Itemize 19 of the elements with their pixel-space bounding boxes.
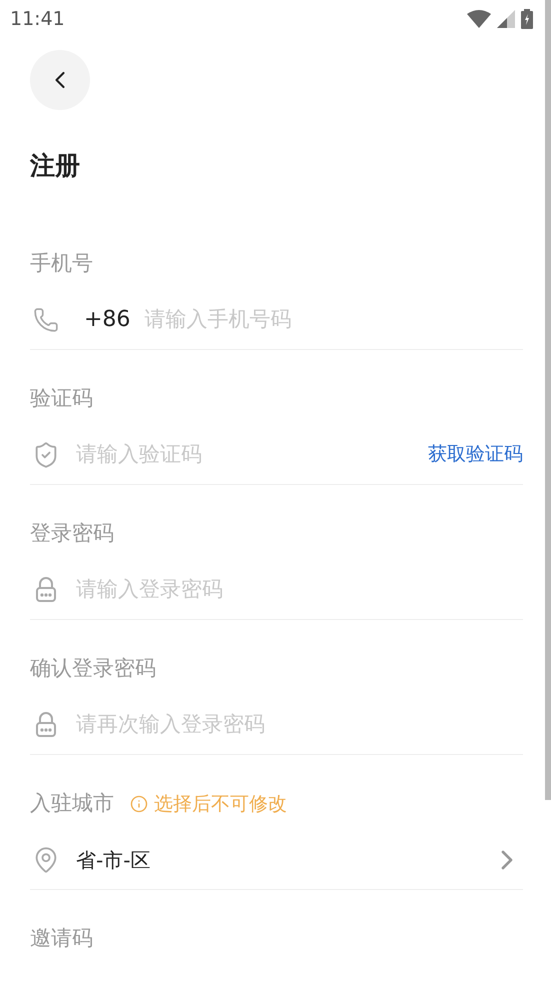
- get-code-link[interactable]: 获取验证码: [428, 440, 523, 469]
- country-code: +86: [84, 306, 130, 334]
- wifi-icon: [467, 10, 491, 28]
- lock-icon: [35, 576, 57, 602]
- info-icon: [130, 795, 148, 813]
- field-label: 登录密码: [30, 520, 114, 548]
- phone-icon: [33, 306, 59, 332]
- lock-icon: [35, 712, 57, 738]
- field-label: 手机号: [30, 250, 93, 278]
- field-label: 入驻城市: [30, 790, 114, 818]
- city-picker[interactable]: 省-市-区: [76, 844, 523, 876]
- field-label: 确认登录密码: [30, 655, 156, 682]
- field-label: 验证码: [30, 385, 93, 412]
- page-title: 注册: [30, 150, 81, 182]
- field-label: 邀请码: [30, 925, 93, 952]
- battery-icon: [521, 9, 533, 29]
- signal-icon: [497, 10, 515, 28]
- status-time: 11:41: [10, 6, 65, 32]
- warning-note: 选择后不可修改: [154, 792, 287, 817]
